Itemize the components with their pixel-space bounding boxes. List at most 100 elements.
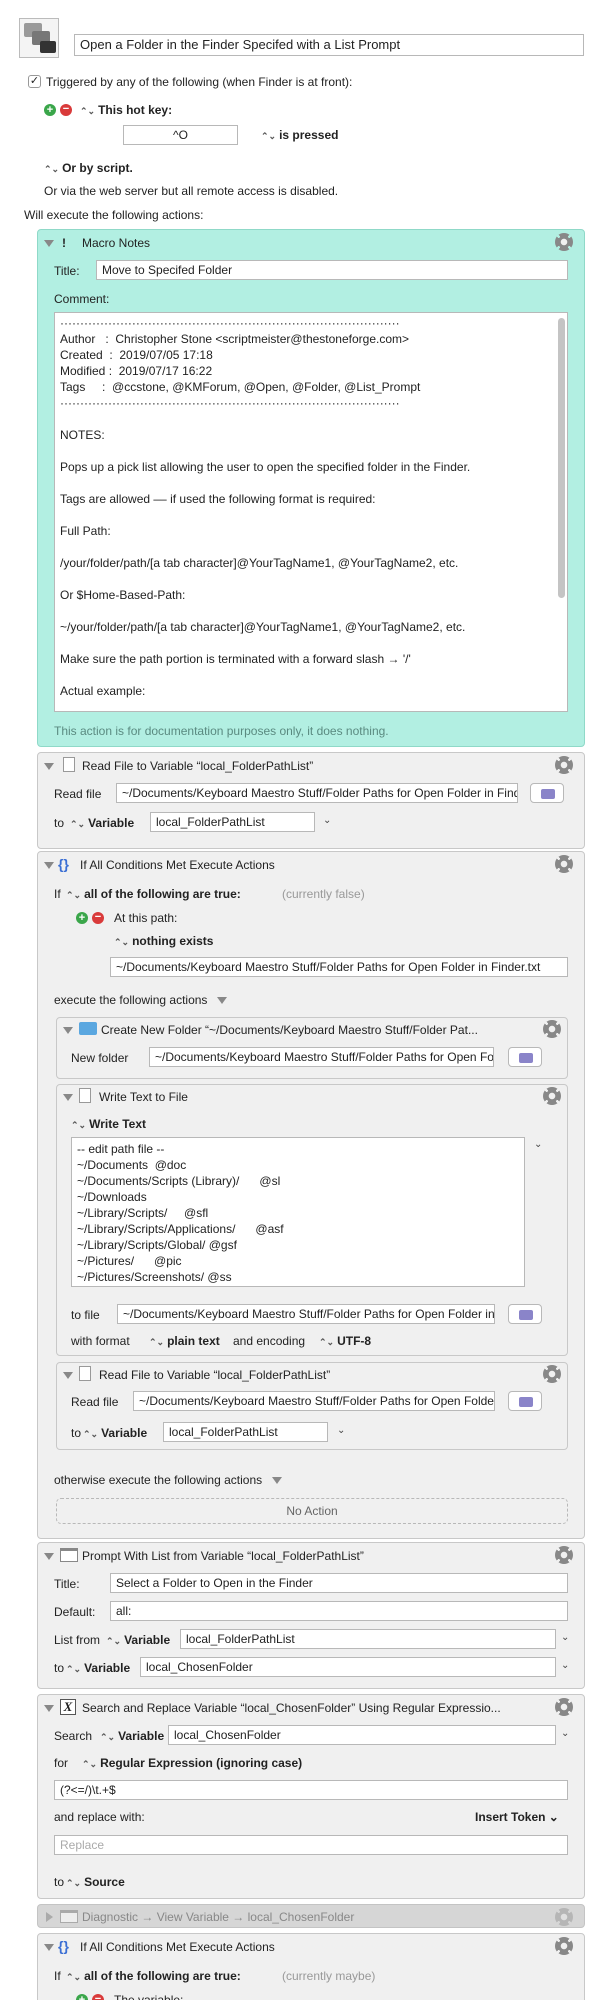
disclosure-triangle[interactable] [44,240,54,247]
execute-label: execute the following actions [54,992,228,1008]
comment-line [60,411,555,427]
file-icon [79,1088,91,1103]
window-icon [60,1548,78,1562]
by-script-popup[interactable]: ⌃⌄ Or by script. [44,160,133,177]
notes-title-field[interactable]: Move to Specifed Folder [96,260,568,280]
variable-dropdown-chevron[interactable]: ⌄ [323,815,331,826]
variable-field[interactable]: local_FolderPathList [163,1422,328,1442]
variable-dropdown-chevron[interactable]: ⌄ [337,1425,345,1436]
gear-icon[interactable] [555,1937,573,1955]
if-conditions-action[interactable]: {} If All Conditions Met Execute Actions… [37,851,585,1539]
hotkey-trigger-type[interactable]: ⌃⌄ This hot key: [80,102,172,119]
read-file-path[interactable]: ~/Documents/Keyboard Maestro Stuff/Folde… [116,783,518,803]
diagnostic-action[interactable]: Diagnostic → View Variable → local_Chose… [37,1904,585,1928]
disclosure-triangle[interactable] [44,763,54,770]
condition-path-field[interactable]: ~/Documents/Keyboard Maestro Stuff/Folde… [110,957,568,977]
condition-status: (currently false) [282,887,365,901]
regex-type-popup[interactable]: ⌃⌄ Regular Expression (ignoring case) [82,1755,302,1772]
list-variable-popup[interactable]: ⌃⌄ Variable [106,1632,170,1649]
insert-token-popup[interactable]: Insert Token ⌄ [475,1809,559,1825]
list-variable-chevron[interactable]: ⌄ [561,1632,569,1643]
with-format-label: with format [71,1334,130,1348]
gear-icon[interactable] [555,855,573,873]
disclosure-triangle[interactable] [46,1912,53,1922]
comment-line [60,571,555,587]
file-icon [63,757,75,772]
disclosure-triangle[interactable] [44,1553,54,1560]
disclosure-triangle[interactable] [44,862,54,869]
search-replace-action[interactable]: X Search and Replace Variable “local_Cho… [37,1694,585,1899]
write-text-action[interactable]: Write Text to File ⌃⌄ Write Text -- edit … [56,1084,568,1356]
gear-icon[interactable] [555,1698,573,1716]
add-trigger-icon[interactable]: + [44,104,56,116]
comment-line: Author : Christopher Stone <scriptmeiste… [60,332,410,346]
remove-condition-icon[interactable]: − [92,1994,104,2000]
no-action-placeholder[interactable]: No Action [56,1498,568,1524]
comment-textarea[interactable]: ········································… [54,312,568,712]
choose-folder-button[interactable] [508,1304,542,1324]
gear-icon[interactable] [555,233,573,251]
create-folder-action[interactable]: Create New Folder “~/Documents/Keyboard … [56,1017,568,1079]
disclosure-triangle[interactable] [63,1372,73,1379]
read-file-action[interactable]: Read File to Variable “local_FolderPathL… [37,752,585,849]
gear-icon[interactable] [543,1365,561,1383]
search-variable-field[interactable]: local_ChosenFolder [168,1725,556,1745]
comment-line: /your/folder/path/[a tab character]@Your… [60,556,459,570]
replace-field[interactable]: Replace [54,1835,568,1855]
search-variable-popup[interactable]: ⌃⌄ Variable [100,1728,164,1745]
disclosure-triangle[interactable] [63,1094,73,1101]
read-file-action[interactable]: Read File to Variable “local_FolderPathL… [56,1362,568,1450]
nothing-exists-popup[interactable]: ⌃⌄ nothing exists [114,933,213,950]
comment-line [60,699,555,711]
encoding-popup[interactable]: ⌃⌄ UTF-8 [319,1333,371,1350]
regex-pattern-field[interactable]: (?<=/)\t.+$ [54,1780,568,1800]
to-variable-field[interactable]: local_ChosenFolder [140,1657,556,1677]
disclosure-triangle[interactable] [63,1027,73,1034]
search-variable-chevron[interactable]: ⌄ [561,1728,569,1739]
choose-folder-button[interactable] [508,1047,542,1067]
notes-icon: ! [62,236,66,250]
variable-type-popup[interactable]: ⌃⌄ Variable [83,1425,147,1442]
source-popup[interactable]: ⌃⌄ Source [66,1874,125,1891]
default-field[interactable]: all: [110,1601,568,1621]
write-text-line: ~/Library/Scripts/Global/ @gsf [77,1238,237,1252]
list-variable-field[interactable]: local_FolderPathList [180,1629,556,1649]
new-folder-path[interactable]: ~/Documents/Keyboard Maestro Stuff/Folde… [149,1047,494,1067]
to-file-path[interactable]: ~/Documents/Keyboard Maestro Stuff/Folde… [117,1304,495,1324]
if-conditions-action[interactable]: {} If All Conditions Met Execute Actions… [37,1933,585,2000]
format-popup[interactable]: ⌃⌄ plain text [149,1333,220,1350]
trigger-checkbox[interactable]: ✓ [28,75,41,88]
write-text-textarea[interactable]: -- edit path file -- ~/Documents @doc ~/Do… [71,1137,525,1287]
condition-type-popup[interactable]: ⌃⌄ all of the following are true: [66,886,241,903]
condition-type-popup[interactable]: ⌃⌄ all of the following are true: [66,1968,241,1985]
comment-scrollbar[interactable] [558,318,565,598]
hotkey-field[interactable]: ^O [123,125,238,145]
gear-icon[interactable] [555,756,573,774]
choose-folder-button[interactable] [508,1391,542,1411]
choose-folder-button[interactable] [530,783,564,803]
to-variable-chevron[interactable]: ⌄ [561,1660,569,1671]
gear-icon[interactable] [555,1546,573,1564]
prompt-title-field[interactable]: Select a Folder to Open in the Finder [110,1573,568,1593]
prompt-list-action[interactable]: Prompt With List from Variable “local_Fo… [37,1542,585,1689]
the-variable-label: The variable: [114,1993,184,2000]
to-variable-popup[interactable]: ⌃⌄ Variable [66,1660,130,1677]
write-text-popup[interactable]: ⌃⌄ Write Text [71,1116,146,1133]
add-condition-icon[interactable]: + [76,912,88,924]
macro-icon[interactable] [19,18,59,58]
macro-title-field[interactable]: Open a Folder in the Finder Specifed wit… [74,34,584,56]
variable-field[interactable]: local_FolderPathList [150,812,315,832]
macro-notes-action[interactable]: ! Macro Notes Title: Move to Specifed Fo… [37,229,585,747]
disclosure-triangle[interactable] [44,1705,54,1712]
is-pressed-popup[interactable]: ⌃⌄ is pressed [261,127,338,144]
text-token-chevron[interactable]: ⌄ [534,1139,542,1150]
gear-icon[interactable] [543,1020,561,1038]
remove-condition-icon[interactable]: − [92,912,104,924]
gear-icon[interactable] [543,1087,561,1105]
gear-icon[interactable] [555,1908,573,1926]
read-file-path[interactable]: ~/Documents/Keyboard Maestro Stuff/Folde… [133,1391,495,1411]
disclosure-triangle[interactable] [44,1944,54,1951]
add-condition-icon[interactable]: + [76,1994,88,2000]
remove-trigger-icon[interactable]: − [60,104,72,116]
variable-type-popup[interactable]: ⌃⌄ Variable [70,815,134,832]
